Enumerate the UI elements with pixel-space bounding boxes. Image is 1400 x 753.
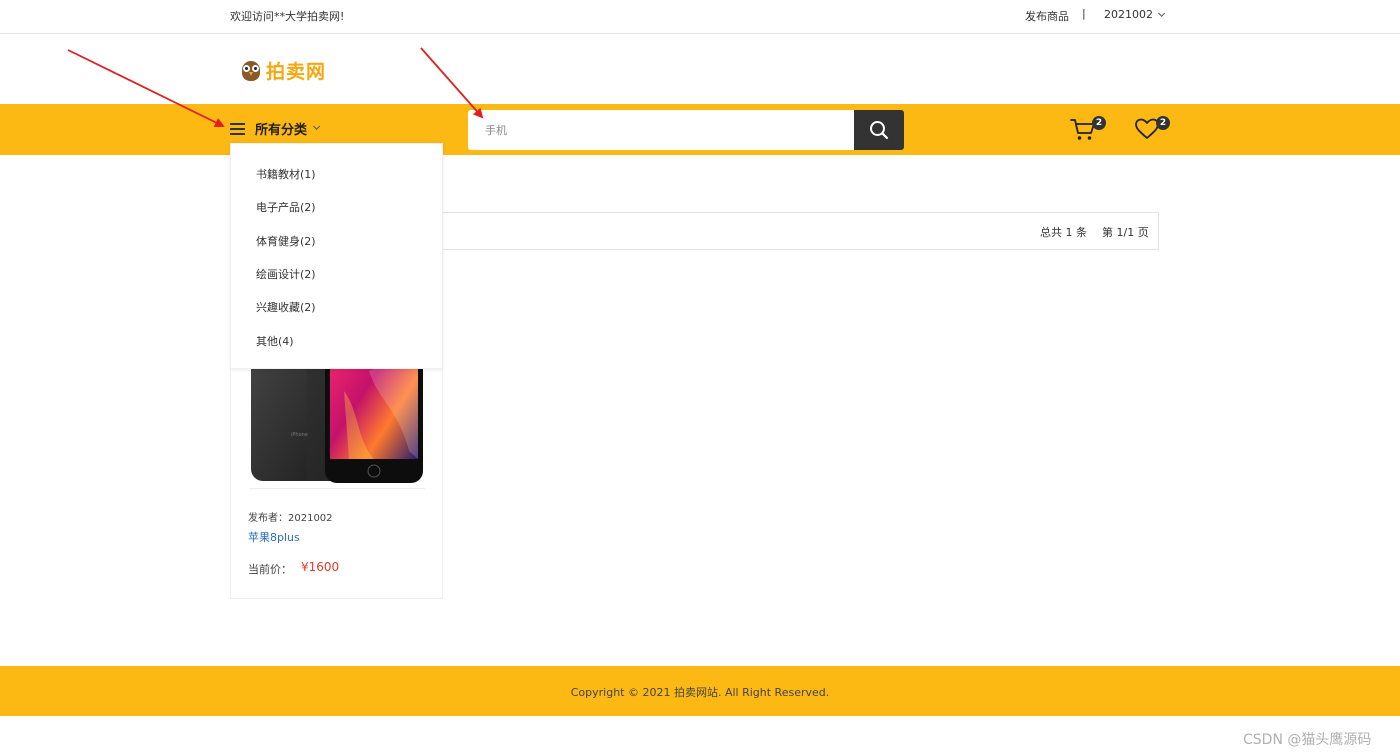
copyright-text: Copyright © 2021 拍卖网站. All Right Reserve… xyxy=(570,686,830,699)
result-total: 总共 1 条 xyxy=(1040,226,1087,239)
search-button[interactable] xyxy=(854,110,904,150)
chevron-down-icon xyxy=(313,122,321,130)
main-nav: 所有分类 2 2 xyxy=(0,104,1400,155)
watermark-text: CSDN @猫头鹰源码 xyxy=(1243,732,1372,748)
cart-button[interactable]: 2 xyxy=(1070,116,1106,144)
site-logo[interactable]: 拍卖网 xyxy=(240,57,326,83)
all-categories-button[interactable]: 所有分类 xyxy=(230,119,321,138)
owl-icon xyxy=(240,58,262,82)
user-id: 2021002 xyxy=(1104,8,1153,21)
footer: Copyright © 2021 拍卖网站. All Right Reserve… xyxy=(0,666,1400,716)
welcome-text: 欢迎访问**大学拍卖网! xyxy=(230,10,345,23)
top-bar: 欢迎访问**大学拍卖网! 发布商品 | 2021002 xyxy=(0,0,1400,34)
wishlist-button[interactable]: 2 xyxy=(1134,116,1170,144)
search-icon xyxy=(870,121,889,140)
product-name-link[interactable]: 苹果8plus xyxy=(248,529,300,545)
svg-text:iPhone: iPhone xyxy=(291,432,308,438)
category-item-collectibles[interactable]: 兴趣收藏(2) xyxy=(256,299,316,315)
category-item-books[interactable]: 书籍教材(1) xyxy=(256,166,316,182)
product-card[interactable]: iPhone 发布者：2021002 苹果8plus 当前价： ¥1600 xyxy=(230,330,443,599)
category-item-electronics[interactable]: 电子产品(2) xyxy=(256,199,316,215)
category-dropdown: 书籍教材(1) 电子产品(2) 体育健身(2) 绘画设计(2) 兴趣收藏(2) … xyxy=(230,143,443,369)
result-pages: 第 1/1 页 xyxy=(1102,226,1149,239)
cart-count-badge: 2 xyxy=(1092,116,1106,130)
search-bar xyxy=(468,110,904,150)
wishlist-count-badge: 2 xyxy=(1156,116,1170,130)
menu-icon xyxy=(230,123,245,135)
topbar-separator: | xyxy=(1082,7,1086,20)
logo-text: 拍卖网 xyxy=(266,60,327,83)
category-item-sports[interactable]: 体育健身(2) xyxy=(256,233,316,249)
category-item-other[interactable]: 其他(4) xyxy=(256,333,294,349)
search-input[interactable] xyxy=(468,110,854,150)
chevron-down-icon xyxy=(1158,9,1166,17)
category-item-design[interactable]: 绘画设计(2) xyxy=(256,266,316,282)
publish-link[interactable]: 发布商品 xyxy=(1025,8,1069,24)
product-seller: 发布者：2021002 xyxy=(248,513,333,524)
all-categories-label: 所有分类 xyxy=(255,123,308,138)
price-label: 当前价： xyxy=(248,563,292,576)
product-price: ¥1600 xyxy=(301,560,340,574)
user-menu[interactable]: 2021002 xyxy=(1104,8,1166,21)
